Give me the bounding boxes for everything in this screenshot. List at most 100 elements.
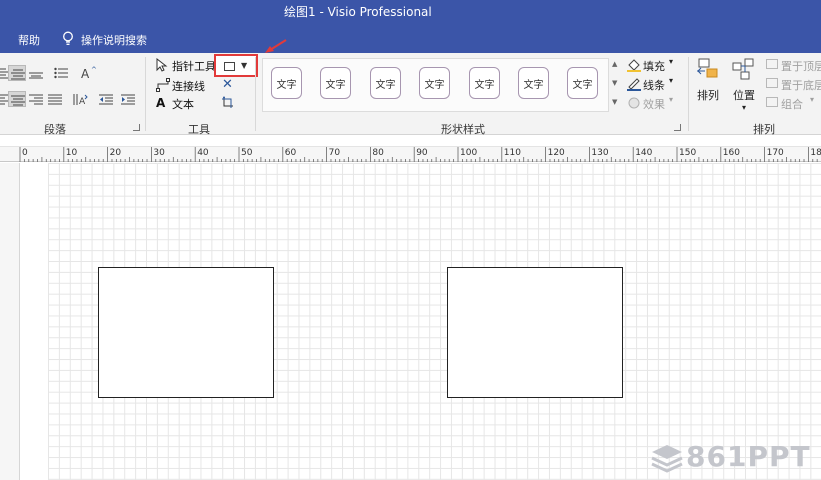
rectangle-shape-1[interactable] (98, 267, 274, 398)
text-direction-button[interactable]: A (71, 91, 89, 107)
bullets-icon (54, 67, 68, 79)
ruler-label: 160 (722, 148, 740, 158)
effects-caret-icon: ▾ (669, 95, 674, 104)
rectangle-shape-dropdown[interactable]: ▼ (214, 54, 258, 77)
arrange-icon (697, 58, 718, 78)
style-tile-2[interactable]: 文字 (320, 67, 351, 99)
bullets-button[interactable] (52, 65, 70, 81)
window-title: 绘图1 - Visio Professional (284, 5, 432, 19)
align-center-icon-2 (11, 95, 25, 106)
pen-line-icon (627, 78, 641, 91)
fill-caret-icon: ▾ (669, 57, 674, 66)
arrange-label: 排列 (697, 89, 719, 102)
gallery-more-icon[interactable]: ▼ (612, 98, 617, 106)
increase-indent-button[interactable] (119, 91, 137, 107)
horizontal-ruler[interactable]: 0 10 20 30 40 50 60 70 80 90 100 110 120 130 140 150 160… (0, 146, 821, 162)
group-separator-2 (255, 57, 256, 131)
dropdown-caret-icon: ▼ (241, 61, 248, 70)
align-bottom-icon (29, 72, 43, 79)
fill-label: 填充 (643, 60, 665, 73)
menu-bar: 帮助 操作说明搜索 (0, 24, 821, 53)
paragraph-dialog-launcher[interactable] (133, 124, 140, 131)
align-right-icon (29, 94, 43, 105)
style-tile-5[interactable]: 文字 (469, 67, 500, 99)
align-center-button[interactable] (8, 91, 26, 107)
position-caret-icon: ▾ (741, 103, 746, 112)
rectangle-shape-2[interactable] (447, 267, 623, 398)
ruler-ticks (19, 147, 818, 162)
ruler-label: 30 (153, 148, 165, 158)
bring-front-label: 置于顶层 (781, 60, 821, 73)
ruler-label: 90 (416, 148, 428, 158)
title-bar: 绘图1 - Visio Professional (0, 0, 821, 24)
watermark: 861PPT (650, 440, 815, 474)
decrease-indent-icon (99, 94, 113, 105)
ruler-label: 110 (503, 148, 521, 158)
align-top-right-button[interactable] (27, 65, 45, 81)
arrange-button[interactable]: 排列 (693, 57, 723, 103)
style-tile-7[interactable]: 文字 (567, 67, 598, 99)
text-block-icon[interactable] (221, 96, 235, 110)
bring-front-icon (766, 59, 778, 69)
effects-label: 效果 (643, 98, 665, 111)
ruler-label: 40 (197, 148, 209, 158)
group-icon (766, 97, 778, 107)
line-caret-icon: ▾ (669, 76, 674, 85)
tell-me-search[interactable]: 操作说明搜索 (81, 32, 147, 48)
align-center-icon (11, 69, 25, 80)
pointer-arrow-icon (156, 58, 168, 72)
rectangle-icon (224, 62, 235, 71)
text-tool-label: 文本 (172, 98, 194, 111)
ruler-label: 50 (241, 148, 253, 158)
style-tile-1[interactable]: 文字 (271, 67, 302, 99)
style-tile-4[interactable]: 文字 (419, 67, 450, 99)
ruler-label: 70 (328, 148, 341, 158)
shape-styles-group-label: 形状样式 (441, 123, 485, 136)
font-size-increase-button[interactable]: A ^ (79, 64, 97, 80)
ruler-label: 60 (284, 148, 297, 158)
group-caret-icon: ▾ (810, 95, 815, 104)
ruler-label: 150 (679, 148, 697, 158)
connector-icon (156, 78, 170, 92)
justify-button[interactable] (46, 91, 64, 107)
connector-label: 连接线 (172, 80, 205, 93)
style-tile-6[interactable]: 文字 (518, 67, 549, 99)
tools-group-label: 工具 (188, 123, 210, 136)
shape-style-gallery: 文字 文字 文字 文字 文字 文字 文字 (262, 58, 622, 112)
increase-indent-icon (121, 94, 135, 105)
ribbon: A ^ A 段落 指针工具 连接线 A 文本 ▼ ✕ 工具 文字 文字 文字 文… (0, 39, 821, 136)
ruler-label: 130 (591, 148, 609, 158)
ruler-label: 10 (65, 148, 78, 158)
lightbulb-icon (63, 31, 73, 45)
group-separator (145, 57, 146, 131)
line-label: 线条 (643, 79, 665, 92)
style-tile-3[interactable]: 文字 (370, 67, 401, 99)
delete-connector-icon[interactable]: ✕ (222, 77, 233, 92)
paragraph-group-label: 段落 (44, 123, 66, 136)
vertical-ruler[interactable] (0, 163, 20, 480)
send-back-icon (766, 78, 778, 88)
effects-icon (628, 97, 640, 109)
text-a-icon: A (156, 96, 166, 110)
position-button[interactable]: 位置 ▾ (729, 57, 759, 112)
group-separator-3 (688, 57, 689, 131)
shape-styles-dialog-launcher[interactable] (674, 124, 681, 131)
text-grow-icon: A ^ (81, 66, 97, 80)
align-top-center-button[interactable] (8, 65, 26, 81)
drawing-canvas[interactable] (20, 163, 821, 480)
decrease-indent-button[interactable] (97, 91, 115, 107)
gallery-scrollbar[interactable]: ▲ ▼ ▼ (608, 58, 622, 112)
ruler-label: 100 (460, 148, 478, 158)
menu-help[interactable]: 帮助 (18, 32, 40, 48)
align-right-button[interactable] (27, 91, 45, 107)
justify-icon (48, 94, 62, 105)
scroll-up-icon[interactable]: ▲ (612, 60, 617, 68)
pointer-tool-label: 指针工具 (172, 60, 216, 73)
ruler-label: 170 (766, 148, 784, 158)
position-icon (732, 58, 754, 80)
ruler-label: 0 (22, 148, 28, 158)
text-direction-icon: A (73, 94, 88, 106)
layers-logo-icon (651, 445, 683, 473)
red-arrow-annotation-icon (265, 39, 287, 53)
scroll-down-icon[interactable]: ▼ (612, 79, 617, 87)
